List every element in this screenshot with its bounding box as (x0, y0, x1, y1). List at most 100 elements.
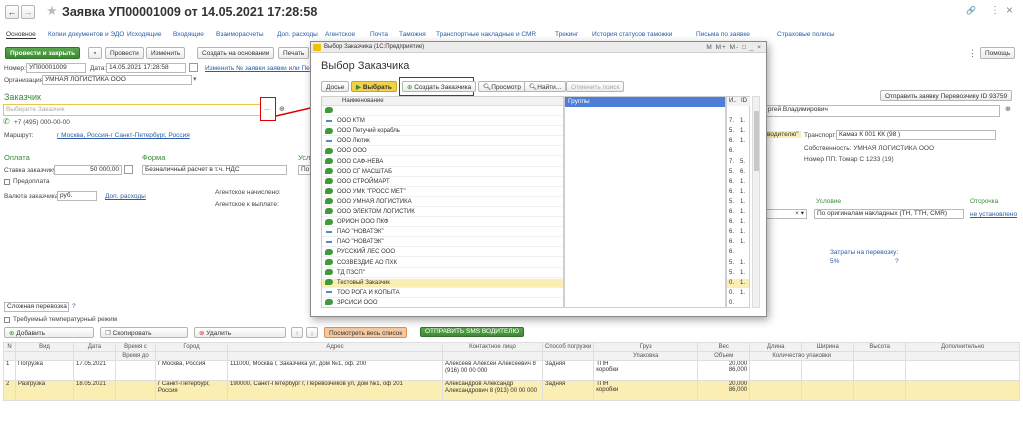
change-button[interactable]: Изменить (146, 47, 186, 59)
transport-field[interactable]: Камаз К 001 КК (98 ) (836, 130, 996, 140)
list-item[interactable]: ООО Петучий корабль (322, 127, 563, 137)
list-item[interactable]: ООО КТМ (322, 117, 563, 127)
list-item[interactable]: ПАО "НОВАТЭК" (322, 238, 563, 248)
col-name-header[interactable]: Наименование (342, 97, 384, 106)
tab-letters[interactable]: Письма по заявке (696, 31, 750, 38)
create-based-on-button[interactable]: Создать на основании (197, 47, 275, 59)
tab-mail[interactable]: Почта (370, 31, 388, 38)
select-button[interactable]: ▶ Выбрать (351, 81, 397, 92)
send-sms-button[interactable]: ОТПРАВИТЬ SMS ВОДИТЕЛЮ (420, 327, 525, 337)
list-item[interactable]: СОЗВЕЗДИЕ АО ПХК (322, 258, 563, 268)
print-button[interactable]: Печать (278, 47, 310, 59)
tab-main[interactable]: Основное (6, 31, 36, 39)
list-item[interactable]: ООО УМК "ГРОСС МЕТ" (322, 188, 563, 197)
cancel-search-button[interactable]: Отменить поиск (566, 81, 625, 92)
list-item[interactable]: ОРИОН ООО ПКФ (322, 218, 563, 228)
list-item[interactable]: ПАО "НОВАТЭК" (322, 228, 563, 238)
tab-incoming[interactable]: Входящие (173, 31, 204, 38)
dossier-button[interactable]: Досье (321, 81, 350, 92)
col-extra[interactable]: Дополнительно (905, 342, 1020, 352)
list-item[interactable]: ТД ПЗСП" (322, 269, 563, 278)
help-button[interactable]: Помощь (980, 47, 1016, 59)
list-item[interactable]: ТОО РОГА И КОПЫТА (322, 289, 563, 298)
costs-help[interactable]: ? (895, 258, 899, 265)
transport-type-help[interactable]: ? (72, 303, 76, 310)
driver-open-icon[interactable]: ⊕ (1005, 105, 1011, 113)
col-n[interactable]: N (3, 342, 16, 352)
list-item[interactable]: ООО СТРОЙМАРТ (322, 178, 563, 187)
tab-customs[interactable]: Таможня (399, 31, 426, 38)
save-icon[interactable]: ▪ (88, 47, 102, 59)
change-number-link[interactable]: Изменить № заявки заявки или Пе (205, 65, 310, 72)
tab-extra-costs[interactable]: Доп. расходы (277, 31, 318, 38)
delete-row-button[interactable]: ⊗ Удалить (194, 327, 286, 338)
col-method[interactable]: Способ погрузки (541, 342, 595, 352)
tab-docs-edo[interactable]: Копии документов и ЭДО (48, 31, 124, 38)
post-and-close-button[interactable]: Провести и закрыть (5, 47, 81, 59)
list-item[interactable]: ООО Лютик (322, 137, 563, 147)
col-package[interactable]: Упаковка (593, 351, 699, 361)
customer-ellipsis-button[interactable]: ... (264, 105, 270, 112)
list-item[interactable]: ООО ЭЛЕКТОМ ЛОГИСТИК (322, 208, 563, 217)
currency-field[interactable]: руб. (57, 191, 97, 201)
prepay-checkbox[interactable] (4, 179, 10, 185)
find-button[interactable]: 🔍︎Найти... (524, 81, 567, 92)
table-row[interactable]: 2 Разгрузка 18.05.2021 г Санкт-Петербург… (3, 380, 1020, 401)
post-button[interactable]: Провести (105, 47, 144, 59)
favorite-star-icon[interactable]: ★ (46, 3, 58, 19)
col-city[interactable]: Город (155, 342, 228, 352)
col-time-to[interactable]: Время до (115, 351, 156, 361)
driver-field[interactable]: ргей Владимирович (765, 105, 1000, 117)
calendar-icon[interactable] (189, 63, 198, 72)
col-i-header[interactable]: И.. (727, 97, 739, 106)
more-icon[interactable]: ⋮ (990, 5, 1000, 16)
rate-field[interactable]: 50 000,00 (54, 165, 122, 175)
tab-customs-history[interactable]: История статусов таможки (592, 31, 672, 38)
condition-left-field[interactable]: × ▾ (765, 209, 807, 219)
dialog-window-controls[interactable]: M M+ M- □ _ × (706, 42, 762, 53)
list-item[interactable]: ООО САФ-НЕВА (322, 157, 563, 167)
list-item[interactable]: ООО УМНАЯ ЛОГИСТИКА (322, 198, 563, 207)
create-customer-button[interactable]: ⊕ Создать Заказчика (402, 81, 477, 92)
back-button[interactable]: ← (5, 5, 19, 19)
org-dropdown-icon[interactable]: ▾ (193, 75, 197, 83)
delay-link[interactable]: не установлено (970, 211, 1017, 218)
link-icon[interactable]: 🔗 (966, 6, 976, 15)
col-volume[interactable]: Объем (697, 351, 751, 361)
dialog-scrollbar[interactable] (752, 96, 760, 308)
forward-button[interactable]: → (21, 5, 35, 19)
list-item[interactable]: ЗРСИСИ ООО (322, 299, 563, 307)
groups-header[interactable]: Группы (565, 97, 725, 107)
col-width[interactable]: Ширина (801, 342, 855, 352)
scrollbar-thumb[interactable] (754, 111, 759, 171)
col-address[interactable]: Адрес (227, 342, 443, 352)
col-weight[interactable]: Вес (697, 342, 751, 352)
col-date[interactable]: Дата (73, 342, 116, 352)
payment-form-field[interactable]: Безналичный расчет в т.ч. НДС (142, 165, 287, 175)
temp-checkbox[interactable] (4, 317, 10, 323)
col-cargo[interactable]: Груз (593, 342, 699, 352)
col-height[interactable]: Высота (853, 342, 907, 352)
list-item[interactable]: Тестовый Заказчик (322, 278, 563, 288)
tab-settlements[interactable]: Взаиморасчеты (216, 31, 264, 38)
col-pack-qty[interactable]: Количество упаковки (749, 351, 855, 361)
tab-agent[interactable]: Агентское (325, 31, 355, 38)
tab-insurance[interactable]: Страховые полисы (777, 31, 835, 38)
col-id-header[interactable]: ID (739, 97, 750, 106)
view-button[interactable]: 🔍︎Просмотр (478, 81, 526, 92)
view-all-button[interactable]: Посмотреть весь список (324, 327, 408, 338)
transport-type-field[interactable]: Сложная перевозка (4, 302, 69, 312)
move-up-button[interactable]: ↑ (291, 327, 303, 338)
col-time-from[interactable]: Время с (115, 342, 156, 352)
col-length[interactable]: Длина (749, 342, 803, 352)
org-field[interactable]: УМНАЯ ЛОГИСТИКА ООО (42, 75, 192, 85)
list-item[interactable] (322, 107, 563, 116)
customer-input[interactable]: Выберите Заказчик (3, 104, 261, 116)
number-field[interactable]: УП00001009 (26, 63, 86, 73)
route-link[interactable]: г Москва, Россия-г Санкт-Петербург, Росс… (57, 132, 190, 139)
list-item[interactable]: РУССКИЙ ЛЕС ООО (322, 248, 563, 258)
extra-costs-link[interactable]: Доп. расходы (105, 193, 146, 200)
tab-outgoing[interactable]: Исходящие (127, 31, 161, 38)
rate-calc-icon[interactable] (124, 165, 133, 174)
col-contact[interactable]: Контактное лицо (442, 342, 543, 352)
